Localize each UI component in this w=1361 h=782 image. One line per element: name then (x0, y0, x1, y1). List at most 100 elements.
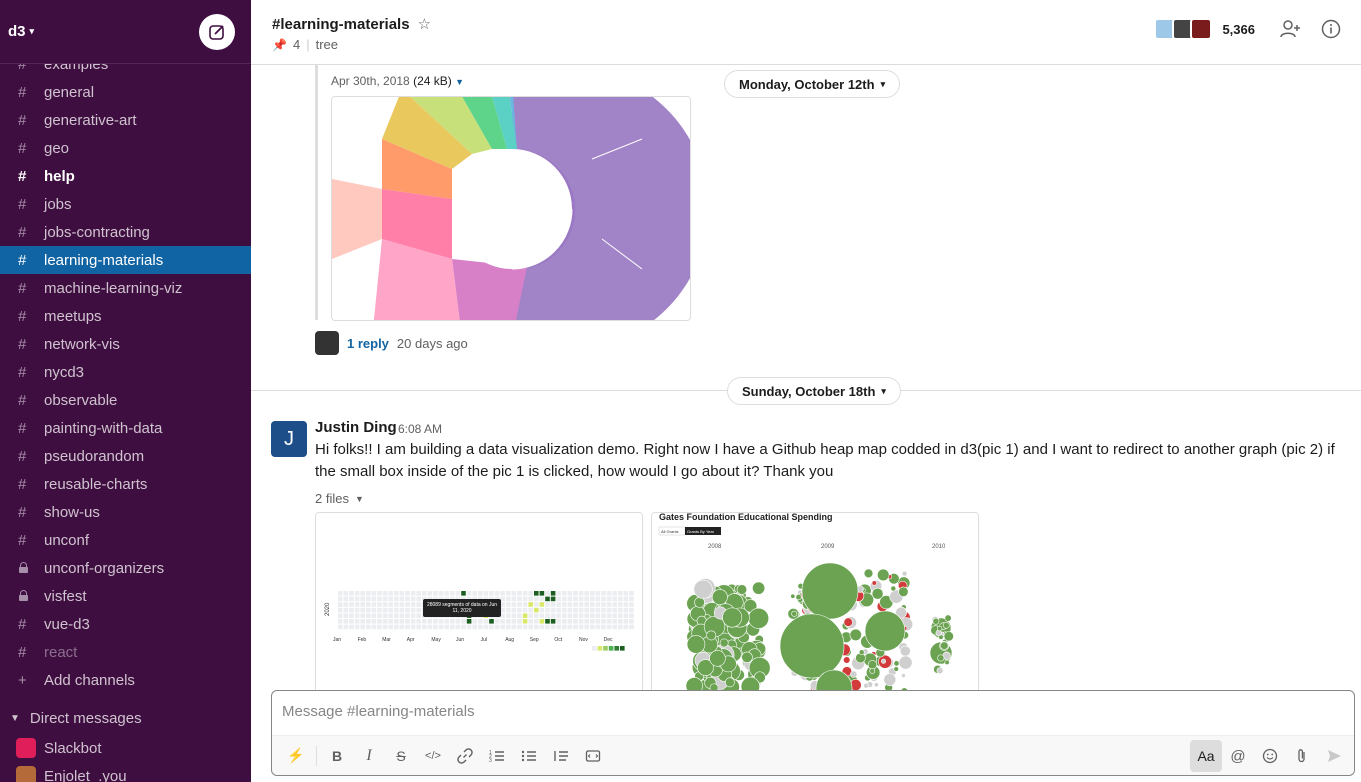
heatmap-cell (371, 607, 377, 613)
heatmap-cell (349, 591, 354, 596)
heatmap-cell (500, 602, 505, 607)
sidebar-item-unconf-organizers[interactable]: unconf-organizers (0, 554, 251, 582)
details-button[interactable] (1320, 18, 1342, 40)
message-pane[interactable]: Apr 30th, 2018 (24 kB) ▼ 1 reply 20 days… (251, 65, 1361, 690)
bubble-chart-image[interactable]: Gates Foundation Educational Spending Al… (651, 512, 979, 690)
bullet-list-button[interactable] (513, 740, 545, 772)
sidebar-item-react[interactable]: # react (0, 638, 251, 666)
sidebar-item-jobs-contracting[interactable]: # jobs-contracting (0, 218, 251, 246)
mention-button[interactable]: @ (1222, 740, 1254, 772)
heatmap-cell (573, 624, 578, 630)
heatmap-cell (629, 613, 634, 618)
sidebar-item-help[interactable]: # help (0, 162, 251, 190)
member-count[interactable]: 5,366 (1222, 22, 1255, 37)
shortcuts-button[interactable]: ⚡ (280, 740, 312, 772)
heatmap-cell (517, 624, 522, 630)
hash-icon: # (18, 83, 27, 101)
channel-topic[interactable]: tree (316, 37, 338, 52)
sidebar-item-generative-art[interactable]: # generative-art (0, 106, 251, 134)
sidebar-item-painting-with-data[interactable]: # painting-with-data (0, 414, 251, 442)
workspace-switcher[interactable]: d3 ▾ (8, 23, 34, 40)
sidebar-item-vue-d3[interactable]: # vue-d3 (0, 610, 251, 638)
direct-messages-section[interactable]: ▼ Direct messages (0, 702, 251, 734)
emoji-button[interactable] (1254, 740, 1286, 772)
sidebar-item-reusable-charts[interactable]: # reusable-charts (0, 470, 251, 498)
sidebar-item-label: pseudorandom (44, 447, 145, 465)
dm-item[interactable]: Slackbot (0, 734, 251, 762)
heatmap-image[interactable]: 2020 Jan Feb Mar Apr May Jun Jul Aug Sep Oct Nov De… (315, 512, 643, 690)
sidebar-item-jobs[interactable]: # jobs (0, 190, 251, 218)
sidebar-item-learning-materials[interactable]: # learning-materials (0, 246, 251, 274)
message-input[interactable] (282, 703, 1282, 720)
dm-item[interactable]: Enjolet_.you (0, 762, 251, 782)
bubble (791, 610, 798, 617)
heatmap-cell (550, 607, 556, 613)
at-sign-icon: @ (1230, 747, 1246, 765)
sidebar-item-unconf[interactable]: # unconf (0, 526, 251, 554)
bold-button[interactable]: B (321, 740, 353, 772)
heatmap-cell (601, 607, 606, 613)
heatmap-cell (562, 607, 567, 613)
italic-button[interactable]: I (353, 740, 385, 772)
member-avatars[interactable] (1154, 18, 1213, 40)
heatmap-cell (522, 596, 528, 602)
bubble (937, 654, 945, 662)
code-block-button[interactable] (577, 740, 609, 772)
heatmap-month-label: Apr (407, 637, 415, 643)
lock-icon (18, 588, 44, 605)
heatmap-cell (545, 607, 550, 613)
compose-button[interactable] (199, 13, 235, 50)
info-icon (1321, 19, 1341, 39)
add-member-button[interactable] (1279, 18, 1301, 40)
bubble (899, 645, 911, 657)
sidebar-item-pseudorandom[interactable]: # pseudorandom (0, 442, 251, 470)
link-button[interactable] (449, 740, 481, 772)
star-icon[interactable]: ☆ (418, 15, 431, 33)
heatmap-cell (343, 596, 349, 602)
heatmap-cell (517, 591, 522, 596)
heatmap-cell (494, 619, 500, 624)
ordered-list-button[interactable]: 123 (481, 740, 513, 772)
pin-icon[interactable]: 📌 (272, 38, 287, 52)
avatar[interactable]: J (271, 421, 307, 457)
code-button[interactable]: </> (417, 740, 449, 772)
heatmap-cell (394, 619, 399, 624)
send-button[interactable] (1318, 740, 1350, 772)
sidebar-item-network-vis[interactable]: # network-vis (0, 330, 251, 358)
sunburst-image[interactable] (331, 96, 691, 321)
heatmap-cell (394, 596, 399, 602)
thread-reply-row[interactable]: 1 reply 20 days ago (315, 331, 468, 355)
heatmap-cell (450, 591, 455, 596)
pinned-count[interactable]: 4 (293, 37, 300, 52)
blockquote-button[interactable] (545, 740, 577, 772)
heatmap-cell (366, 596, 371, 602)
date-divider-pill[interactable]: Monday, October 12th ▾ (724, 70, 901, 98)
sidebar-item-visfest[interactable]: visfest (0, 582, 251, 610)
sidebar-item-nycd3[interactable]: # nycd3 (0, 358, 251, 386)
heatmap-cell (517, 596, 522, 602)
file-menu-caret-icon[interactable]: ▼ (455, 77, 464, 87)
heatmap-cell (466, 591, 472, 596)
attach-button[interactable] (1286, 740, 1318, 772)
channel-title[interactable]: #learning-materials ☆ (272, 15, 431, 34)
strikethrough-button[interactable]: S (385, 740, 417, 772)
heatmap-cell (612, 613, 617, 618)
sidebar-item-machine-learning-viz[interactable]: # machine-learning-viz (0, 274, 251, 302)
sidebar-item-general[interactable]: # general (0, 78, 251, 106)
sidebar-item-meetups[interactable]: # meetups (0, 302, 251, 330)
sidebar-item-geo[interactable]: # geo (0, 134, 251, 162)
sidebar-item-show-us[interactable]: # show-us (0, 498, 251, 526)
heatmap-cell (539, 613, 545, 618)
hash-icon: # (18, 643, 27, 661)
add-channels-button[interactable]: + Add channels (0, 666, 251, 694)
heatmap-cell (455, 624, 461, 630)
files-toggle[interactable]: 2 files ▼ (315, 491, 364, 506)
date-divider-pill[interactable]: Sunday, October 18th ▾ (727, 377, 901, 405)
message-timestamp[interactable]: 6:08 AM (398, 422, 442, 436)
formatting-toggle-button[interactable]: Aa (1190, 740, 1222, 772)
heatmap-cell (349, 613, 354, 618)
bubble (724, 677, 735, 688)
message-author[interactable]: Justin Ding (315, 419, 397, 436)
sidebar-item-observable[interactable]: # observable (0, 386, 251, 414)
reply-link[interactable]: 1 reply (347, 336, 389, 351)
